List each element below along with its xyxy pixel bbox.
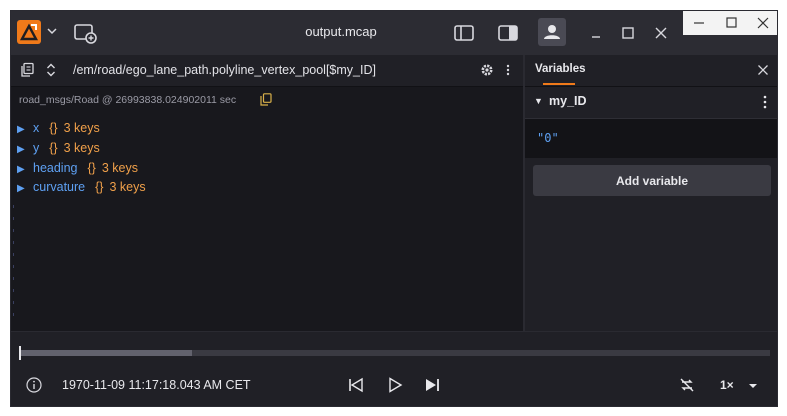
skip-back-icon[interactable] (347, 376, 365, 394)
app-window: output.mcap /em/road/ego_lane_path.polyl… (10, 10, 778, 407)
copy-icon[interactable] (260, 93, 272, 106)
variable-row[interactable]: ▼ my_ID (525, 87, 777, 119)
minimize-icon[interactable] (585, 22, 607, 44)
os-window-controls (683, 11, 778, 35)
timeline-thumb[interactable] (19, 346, 21, 360)
expand-arrow-icon[interactable]: ▶ (17, 183, 33, 194)
variables-panel: Variables ▼ my_ID "0" Add variable (525, 55, 777, 331)
timeline-progress (19, 350, 192, 356)
more-vertical-icon[interactable] (763, 95, 767, 109)
add-variable-button[interactable]: Add variable (533, 165, 771, 196)
variable-value[interactable]: "0" (537, 131, 559, 145)
playback-timestamp[interactable]: 1970-11-09 11:17:18.043 AM CET (62, 378, 251, 392)
sort-icon[interactable] (43, 62, 59, 78)
play-icon[interactable] (386, 376, 404, 394)
expand-arrow-icon[interactable]: ▶ (17, 164, 33, 175)
tree-row-curvature[interactable]: ▶ curvature{} 3 keys (17, 180, 146, 198)
layout-left-icon[interactable] (452, 21, 476, 45)
timeline-scrubber[interactable] (19, 346, 770, 360)
variable-name[interactable]: my_ID (549, 94, 587, 108)
more-vertical-icon[interactable] (500, 62, 516, 78)
playback-speed[interactable]: 1× (720, 378, 734, 392)
copy-path-icon[interactable] (19, 62, 35, 78)
close-icon[interactable] (650, 22, 672, 44)
indent-guide (13, 205, 14, 325)
user-icon (544, 25, 560, 39)
user-button[interactable] (538, 18, 566, 46)
gear-icon[interactable] (479, 62, 495, 78)
tree-row-heading[interactable]: ▶ heading{} 3 keys (17, 161, 138, 179)
layout-right-icon[interactable] (496, 21, 520, 45)
variables-panel-header: Variables (525, 55, 777, 87)
loop-off-icon[interactable] (678, 376, 696, 394)
os-maximize-icon[interactable] (715, 11, 747, 35)
title-bar: output.mcap (11, 11, 778, 55)
topic-path-bar: /em/road/ego_lane_path.polyline_vertex_p… (11, 55, 523, 87)
raw-messages-panel: /em/road/ego_lane_path.polyline_vertex_p… (11, 55, 523, 331)
close-panel-icon[interactable] (757, 64, 769, 76)
tree-row-x[interactable]: ▶ x{} 3 keys (17, 121, 100, 139)
playback-bar: 1970-11-09 11:17:18.043 AM CET 1× (11, 331, 777, 406)
os-minimize-icon[interactable] (683, 11, 715, 35)
info-icon[interactable] (26, 377, 42, 393)
tree-row-y[interactable]: ▶ y{} 3 keys (17, 141, 100, 159)
tab-indicator (543, 83, 575, 85)
expand-arrow-icon[interactable]: ▶ (17, 124, 33, 135)
variables-tab[interactable]: Variables (535, 63, 586, 75)
skip-forward-icon[interactable] (423, 376, 441, 394)
chevron-down-icon[interactable] (748, 382, 758, 390)
window-title: output.mcap (305, 24, 377, 39)
message-source-label: road_msgs/Road @ 26993838.024902011 sec (19, 94, 237, 106)
maximize-icon[interactable] (617, 22, 639, 44)
os-close-icon[interactable] (747, 11, 778, 35)
collapse-caret-icon[interactable]: ▼ (534, 96, 543, 106)
expand-arrow-icon[interactable]: ▶ (17, 144, 33, 155)
variable-value-editor[interactable]: "0" (525, 119, 777, 158)
topic-path-input[interactable]: /em/road/ego_lane_path.polyline_vertex_p… (73, 63, 376, 77)
